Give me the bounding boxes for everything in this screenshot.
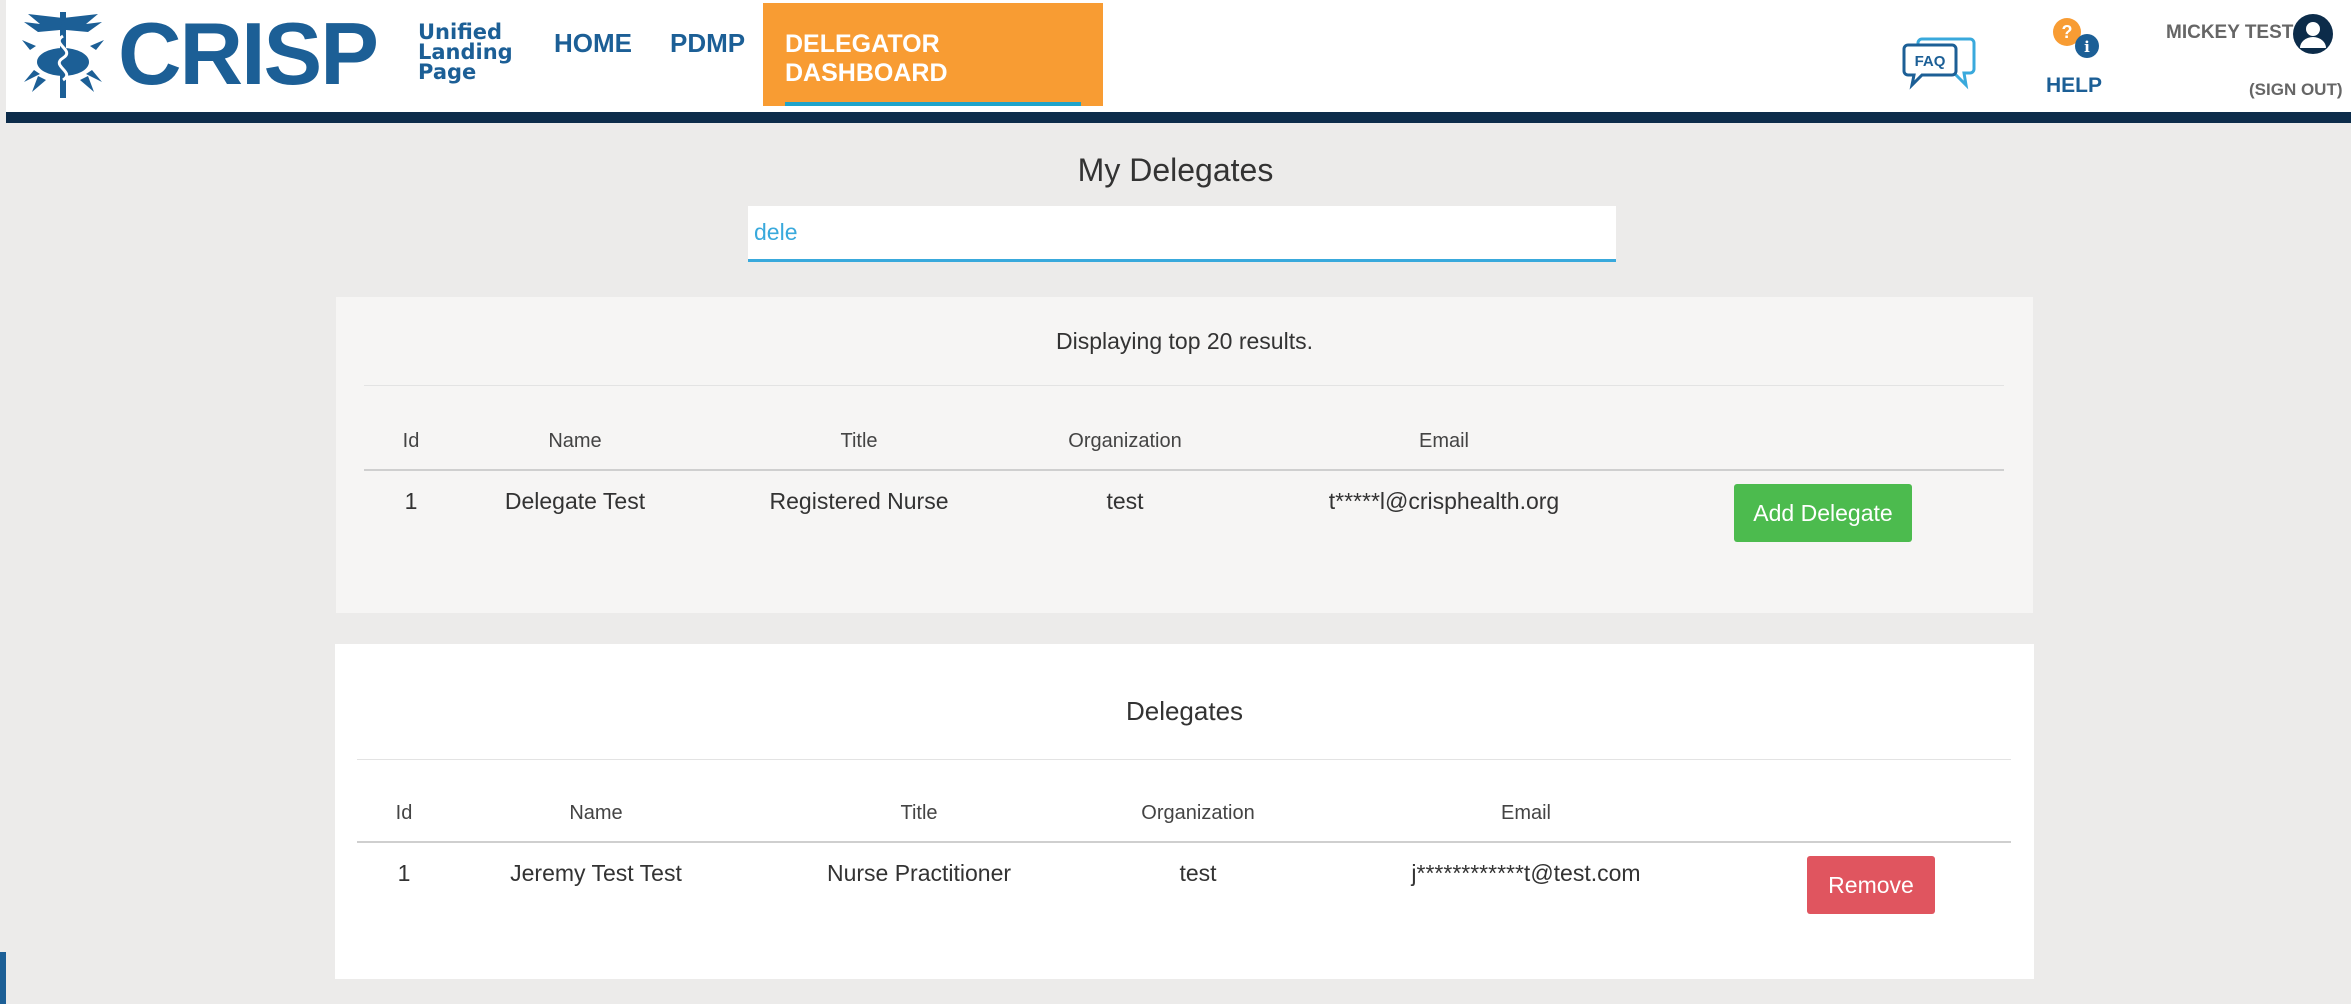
search-results-panel: Displaying top 20 results. Id Name Title… [336,297,2033,613]
help-icon[interactable]: ? i [2049,16,2105,64]
column-header-email: Email [1418,430,1470,452]
faq-icon[interactable]: FAQ [1902,33,1976,91]
nav-pdmp-link[interactable]: PDMP [670,28,745,59]
delegate-search-input[interactable] [748,206,1616,262]
column-header-name: Name [569,802,623,824]
user-avatar-icon [2293,14,2333,54]
help-label[interactable]: HELP [2046,74,2102,98]
divider [357,759,2011,760]
logo-subtitle: Unified Landing Page [418,20,513,84]
add-delegate-button[interactable]: Add Delegate [1734,484,1912,542]
active-tab-underline [785,102,1081,106]
column-header-organization: Organization [1068,430,1182,452]
logo-subtitle-line: Unified [418,20,503,44]
logo-subtitle-line: Page [418,60,477,84]
column-header-id: Id [402,430,420,452]
logo-subtitle-line: Landing [418,40,513,64]
results-count-message: Displaying top 20 results. [1056,328,1313,354]
cell-title: Registered Nurse [769,488,949,514]
column-header-email: Email [1500,802,1552,824]
svg-text:?: ? [2062,22,2073,42]
cell-organization: test [1179,860,1217,886]
nav-home-link[interactable]: HOME [554,28,632,59]
delegates-panel: Delegates Id Name Title Organization Ema… [335,644,2034,979]
table-header-divider [357,841,2011,843]
page-title: My Delegates [1077,152,1274,188]
column-header-id: Id [395,802,413,824]
divider [364,385,2004,386]
cell-organization: test [1106,488,1144,514]
svg-text:i: i [2084,38,2090,56]
caduceus-crab-logo-icon [22,12,104,98]
top-header: CRISP Unified Landing Page HOME PDMP DEL… [6,0,2351,123]
cell-email: t*****l@crisphealth.org [1328,488,1560,514]
cell-name: Jeremy Test Test [510,860,682,886]
nav-delegator-dashboard-tab[interactable]: DELEGATOR DASHBOARD [763,3,1103,106]
user-name: MICKEY TEST [2166,22,2294,43]
nav-delegator-dashboard-label: DELEGATOR DASHBOARD [785,30,948,87]
column-header-title: Title [840,430,878,452]
side-feedback-tab[interactable] [0,952,6,1004]
crisp-logo-text: CRISP [118,4,379,103]
cell-id: 1 [397,860,411,886]
column-header-organization: Organization [1141,802,1255,824]
faq-icon-text: FAQ [1915,53,1946,70]
cell-email: j************t@test.com [1411,860,1641,886]
cell-title: Nurse Practitioner [826,860,1012,886]
cell-name: Delegate Test [504,488,646,514]
cell-id: 1 [404,488,418,514]
sign-out-link[interactable]: (SIGN OUT) [2249,80,2343,100]
delegates-heading: Delegates [1125,696,1244,726]
table-header-divider [364,469,2004,471]
column-header-title: Title [900,802,938,824]
column-header-name: Name [548,430,602,452]
remove-delegate-button[interactable]: Remove [1807,856,1935,914]
